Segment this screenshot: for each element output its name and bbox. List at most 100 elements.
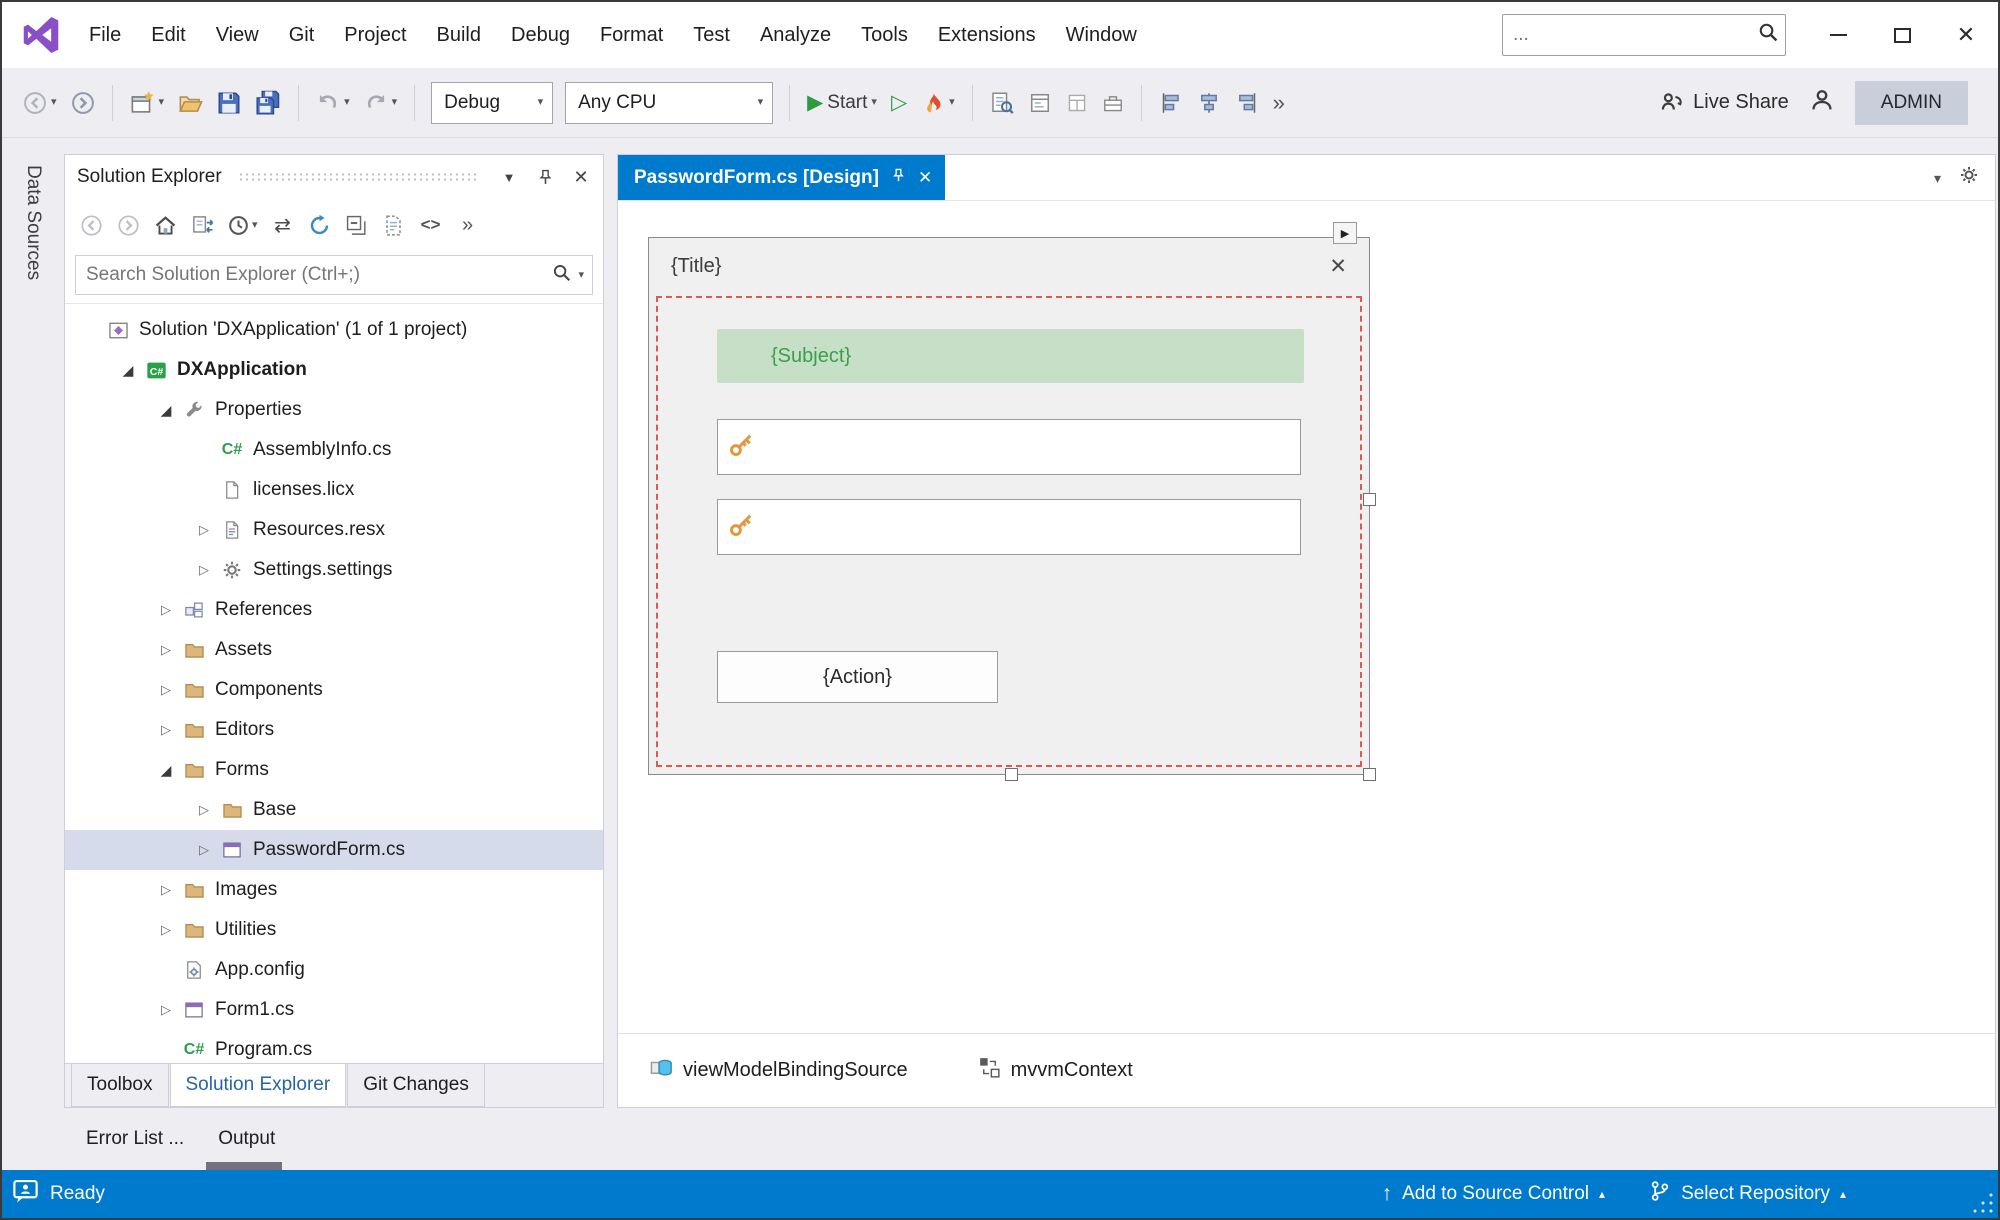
data-sources-tab[interactable]: Data Sources — [22, 165, 44, 280]
expander-icon[interactable]: ▷ — [151, 882, 181, 898]
filter-caret[interactable]: ▾ — [252, 220, 258, 231]
expander-icon[interactable]: ▷ — [189, 522, 219, 538]
expander-icon[interactable]: ▷ — [151, 1002, 181, 1018]
live-share-button[interactable]: Live Share — [1659, 90, 1789, 115]
window-position-caret[interactable]: ▼ — [495, 162, 523, 192]
navigate-back-button[interactable]: ▾ — [18, 80, 62, 126]
tree-item-form1-cs[interactable]: ▷Form1.cs — [65, 990, 603, 1030]
account-icon[interactable] — [1809, 87, 1835, 118]
tree-item-properties[interactable]: ◢Properties — [65, 390, 603, 430]
close-button[interactable]: ✕ — [1934, 2, 1998, 68]
expander-icon[interactable]: ▷ — [189, 842, 219, 858]
show-all-files-icon[interactable] — [382, 210, 406, 240]
tree-item-licenses-licx[interactable]: licenses.licx — [65, 470, 603, 510]
feedback-icon[interactable] — [12, 1178, 39, 1211]
align-centers-button[interactable] — [1192, 80, 1226, 126]
start-without-debugging-button[interactable]: ▷ — [886, 80, 912, 126]
home-icon[interactable] — [153, 210, 177, 240]
solution-platforms-dropdown[interactable]: Any CPU ▾ — [565, 82, 773, 124]
search-box[interactable]: ▾ — [75, 255, 593, 295]
new-project-button[interactable]: ▾ — [125, 80, 170, 126]
tree-item-program-cs[interactable]: C#Program.cs — [65, 1030, 603, 1063]
align-rights-button[interactable] — [1230, 80, 1264, 126]
menu-build[interactable]: Build — [422, 2, 496, 68]
toolbar-overflow-icon[interactable]: » — [456, 210, 480, 240]
find-in-files-button[interactable] — [985, 80, 1019, 126]
editor-options-gear-icon[interactable] — [1959, 165, 1979, 190]
tree-item-dxapplication[interactable]: ◢C#DXApplication — [65, 350, 603, 390]
password-textbox-2[interactable] — [717, 499, 1301, 555]
pin-icon[interactable] — [891, 167, 906, 189]
redo-history-caret[interactable]: ▾ — [392, 97, 398, 108]
sync-with-active-document-icon[interactable] — [190, 210, 214, 240]
properties-window-button[interactable] — [1061, 80, 1093, 126]
menu-extensions[interactable]: Extensions — [923, 2, 1051, 68]
hot-reload-caret[interactable]: ▾ — [949, 97, 955, 108]
resize-handle-bottom[interactable] — [1005, 768, 1018, 781]
subject-label[interactable]: {Subject} — [717, 329, 1304, 383]
expander-icon[interactable]: ◢ — [151, 402, 181, 419]
view-code-icon[interactable]: <> — [419, 210, 443, 240]
expander-icon[interactable]: ▷ — [151, 602, 181, 618]
smart-tag-arrow[interactable]: ▶ — [1333, 222, 1357, 244]
expander-icon[interactable]: ▷ — [151, 682, 181, 698]
menu-edit[interactable]: Edit — [136, 2, 200, 68]
bottom-tab-git-changes[interactable]: Git Changes — [347, 1064, 485, 1107]
expander-icon[interactable]: ◢ — [113, 362, 143, 379]
menu-debug[interactable]: Debug — [496, 2, 585, 68]
tree-item-utilities[interactable]: ▷Utilities — [65, 910, 603, 950]
pin-icon[interactable] — [531, 162, 559, 192]
designer-form[interactable]: ▶ {Title} ✕ {Subject} — [648, 237, 1370, 775]
collapse-all-icon[interactable] — [345, 210, 369, 240]
redo-button[interactable]: ▾ — [359, 80, 403, 126]
tray-item-mvvmcontext[interactable]: mvvmContext — [978, 1056, 1133, 1085]
quick-launch-input[interactable] — [1513, 24, 1758, 46]
open-file-button[interactable] — [173, 80, 208, 126]
expander-icon[interactable]: ▷ — [151, 922, 181, 938]
tree-item-references[interactable]: ▷References — [65, 590, 603, 630]
solution-configurations-dropdown[interactable]: Debug ▾ — [431, 82, 553, 124]
menu-tools[interactable]: Tools — [846, 2, 923, 68]
solution-search-input[interactable] — [86, 264, 546, 286]
tree-item-assemblyinfo-cs[interactable]: C#AssemblyInfo.cs — [65, 430, 603, 470]
document-list-caret[interactable]: ▾ — [1934, 171, 1941, 185]
pending-changes-filter-icon[interactable]: ▾ — [227, 210, 258, 240]
resize-handle-corner[interactable] — [1363, 768, 1376, 781]
undo-button[interactable]: ▾ — [311, 80, 355, 126]
expander-icon[interactable]: ▷ — [151, 722, 181, 738]
password-textbox-1[interactable] — [717, 419, 1301, 475]
search-options-caret[interactable]: ▾ — [578, 270, 584, 281]
search-icon[interactable] — [552, 263, 572, 288]
menu-format[interactable]: Format — [585, 2, 678, 68]
tray-item-viewmodelbindingsource[interactable]: viewModelBindingSource — [650, 1056, 908, 1085]
save-button[interactable] — [212, 80, 246, 126]
tree-item-app-config[interactable]: App.config — [65, 950, 603, 990]
expander-icon[interactable]: ▷ — [189, 802, 219, 818]
minimize-button[interactable] — [1806, 2, 1870, 68]
back-icon[interactable] — [79, 210, 103, 240]
back-history-caret[interactable]: ▾ — [51, 97, 57, 108]
undo-history-caret[interactable]: ▾ — [344, 97, 350, 108]
navigate-forward-button[interactable] — [66, 80, 100, 126]
hot-reload-button[interactable]: ▾ — [916, 80, 960, 126]
tree-item-editors[interactable]: ▷Editors — [65, 710, 603, 750]
menu-window[interactable]: Window — [1051, 2, 1152, 68]
menu-analyze[interactable]: Analyze — [745, 2, 846, 68]
new-item-caret[interactable]: ▾ — [159, 97, 165, 108]
tree-item-resources-resx[interactable]: ▷Resources.resx — [65, 510, 603, 550]
forward-icon[interactable] — [116, 210, 140, 240]
close-panel-icon[interactable]: ✕ — [567, 162, 595, 192]
select-repository-button[interactable]: Select Repository ▴ — [1627, 1170, 1868, 1218]
tree-item-assets[interactable]: ▷Assets — [65, 630, 603, 670]
search-icon[interactable] — [1758, 22, 1779, 48]
menu-view[interactable]: View — [201, 2, 274, 68]
add-to-source-control-button[interactable]: ↑ Add to Source Control ▴ — [1360, 1170, 1627, 1218]
bottom-tab-solution-explorer[interactable]: Solution Explorer — [170, 1064, 347, 1107]
bottom-tab-toolbox[interactable]: Toolbox — [71, 1064, 169, 1107]
document-tab-passwordform-design[interactable]: PasswordForm.cs [Design] ✕ — [618, 155, 945, 200]
menu-test[interactable]: Test — [678, 2, 745, 68]
tree-item-passwordform-cs[interactable]: ▷PasswordForm.cs — [65, 830, 603, 870]
admin-account-button[interactable]: ADMIN — [1855, 81, 1968, 125]
maximize-button[interactable] — [1870, 2, 1934, 68]
menu-file[interactable]: File — [74, 2, 136, 68]
